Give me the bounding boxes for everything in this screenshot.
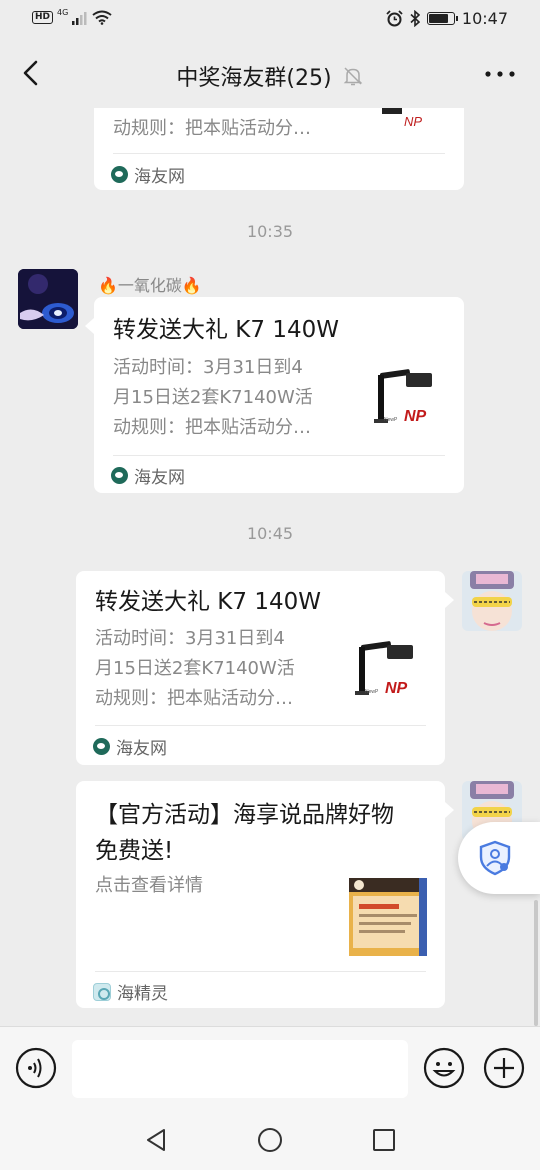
card-source-label: 海友网 xyxy=(116,739,167,759)
square-recents-icon[interactable] xyxy=(370,1126,398,1154)
avatar[interactable] xyxy=(462,571,522,631)
haijingling-logo-icon xyxy=(93,982,111,1001)
card-title-line-2: 免费送! xyxy=(95,838,174,864)
card-source: 海友网 xyxy=(111,162,185,187)
alarm-icon xyxy=(386,10,403,27)
card-divider xyxy=(113,153,445,154)
input-bar xyxy=(0,1026,540,1108)
card-desc: 点击查看详情 xyxy=(95,875,203,896)
card-source: 海精灵 xyxy=(93,979,168,1004)
page-title-container: 中奖海友群(25) xyxy=(0,60,540,92)
card-desc-line-1: 活动时间：3月31日到4 xyxy=(95,628,285,649)
svg-text:NewP: NewP xyxy=(384,417,398,423)
floating-security-button[interactable] xyxy=(458,822,540,894)
avatar-cartoon-image xyxy=(462,571,522,631)
signal-icon xyxy=(72,11,87,25)
voice-icon[interactable] xyxy=(15,1047,57,1089)
card-title: 转发送大礼 K7 140W xyxy=(113,317,339,343)
card-divider xyxy=(95,971,426,972)
haiyou-logo-icon xyxy=(111,467,128,484)
more-dots-icon[interactable] xyxy=(482,62,518,86)
card-title-line-1: 【官方活动】海享说品牌好物 xyxy=(95,802,394,828)
svg-text:NP: NP xyxy=(404,408,427,425)
card-source-label: 海精灵 xyxy=(117,984,168,1004)
link-card[interactable]: 转发送大礼 K7 140W 活动时间：3月31日到4 月15日送2套K7140W… xyxy=(76,571,445,765)
sender-name: 🔥一氧化碳🔥 xyxy=(98,276,202,295)
card-desc-line-2: 月15日送2套K7140W活 xyxy=(95,658,295,679)
card-desc-line-3: 动规则：把本贴活动分… xyxy=(95,688,293,709)
status-bar: HD 4G 10:47 xyxy=(0,0,540,38)
battery-icon xyxy=(426,12,458,25)
product-light-thumbnail: NP xyxy=(382,108,422,129)
circle-home-icon[interactable] xyxy=(256,1126,284,1154)
svg-text:NP: NP xyxy=(385,680,408,697)
card-source-label: 海友网 xyxy=(134,167,185,187)
message-input[interactable] xyxy=(72,1040,408,1098)
status-time: 10:47 xyxy=(461,9,508,28)
scrollbar[interactable] xyxy=(534,900,538,1026)
card-divider xyxy=(113,455,445,456)
bubble-tail xyxy=(445,592,454,608)
svg-text:NP: NP xyxy=(404,114,422,129)
card-title: 转发送大礼 K7 140W xyxy=(95,589,321,615)
bubble-tail xyxy=(445,802,454,818)
haiyou-logo-icon xyxy=(111,166,128,183)
plus-icon[interactable] xyxy=(483,1047,525,1089)
page-title: 中奖海友群(25) xyxy=(176,66,332,91)
link-card[interactable]: 【官方活动】海享说品牌好物 免费送! 点击查看详情 海精灵 xyxy=(76,781,445,1008)
avatar[interactable] xyxy=(18,269,78,329)
card-desc-line-3: 动规则：把本贴活动分… xyxy=(113,417,311,438)
battery-level-fill xyxy=(428,14,449,23)
card-desc-tail: 动规则：把本贴活动分… xyxy=(113,118,311,139)
status-right: 10:47 xyxy=(386,9,508,28)
network-label: 4G xyxy=(57,8,69,17)
haiyou-logo-icon xyxy=(93,738,110,755)
promo-poster-thumbnail xyxy=(349,878,427,956)
chat-header: 中奖海友群(25) xyxy=(0,38,540,108)
avatar-fish-image xyxy=(18,269,78,329)
bluetooth-icon xyxy=(410,10,420,27)
link-card-partial[interactable]: 动规则：把本贴活动分… NP 海友网 xyxy=(94,108,464,190)
bell-off-icon xyxy=(343,67,362,86)
card-desc-line-1: 活动时间：3月31日到4 xyxy=(113,357,303,378)
hd-badge: HD xyxy=(32,11,54,24)
message-list[interactable]: 动规则：把本贴活动分… NP 海友网 10:35 🔥一氧化碳🔥 转发送大礼 K7… xyxy=(0,108,540,1026)
emoji-icon[interactable] xyxy=(423,1047,465,1089)
bubble-tail xyxy=(85,318,94,334)
wifi-icon xyxy=(92,10,112,25)
card-divider xyxy=(95,725,426,726)
card-source: 海友网 xyxy=(93,734,167,759)
status-left: HD 4G xyxy=(32,8,112,25)
triangle-back-icon[interactable] xyxy=(142,1126,170,1154)
card-source: 海友网 xyxy=(111,463,185,488)
card-desc-line-2: 月15日送2套K7140W活 xyxy=(113,387,313,408)
timestamp: 10:35 xyxy=(246,222,294,241)
shield-user-icon xyxy=(479,840,511,876)
system-navigation-bar xyxy=(0,1108,540,1170)
product-light-thumbnail: NP NewP xyxy=(349,631,427,709)
svg-text:NewP: NewP xyxy=(365,689,379,695)
timestamp: 10:45 xyxy=(246,524,294,543)
card-source-label: 海友网 xyxy=(134,468,185,488)
link-card[interactable]: 转发送大礼 K7 140W 活动时间：3月31日到4 月15日送2套K7140W… xyxy=(94,297,464,493)
product-light-thumbnail: NP NewP xyxy=(368,359,446,437)
